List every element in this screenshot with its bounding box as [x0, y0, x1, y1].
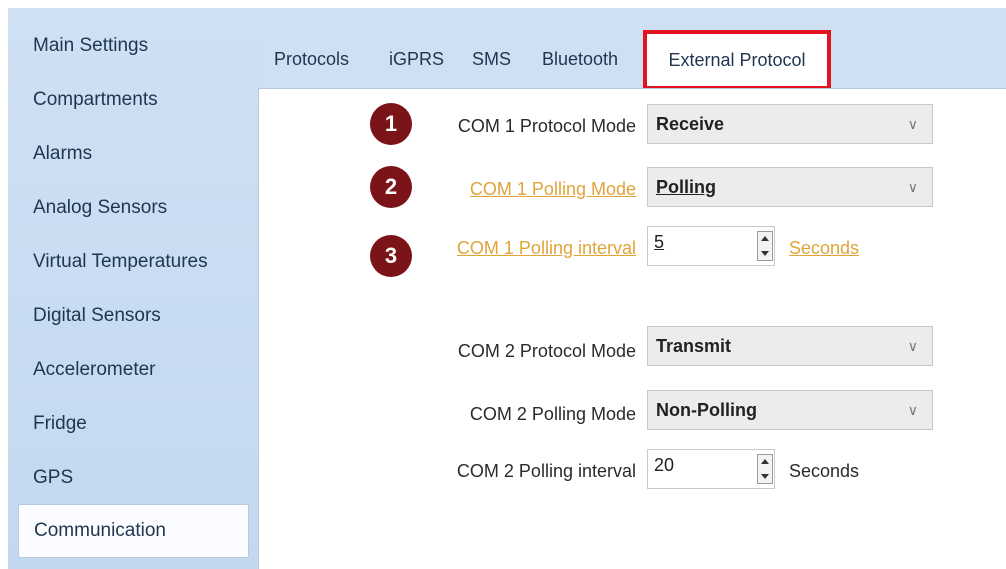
sidebar-item-analog-sensors[interactable]: Analog Sensors [8, 181, 250, 235]
com1-polling-mode-value: Polling [656, 177, 716, 197]
sidebar-item-main-settings[interactable]: Main Settings [8, 19, 250, 73]
spin-buttons-icon[interactable] [757, 231, 773, 261]
com2-polling-interval-stepper[interactable]: 20 [647, 449, 775, 489]
settings-sidebar: Main Settings Compartments Alarms Analog… [8, 8, 258, 569]
tab-protocols[interactable]: Protocols [274, 45, 349, 73]
com2-protocol-mode-dropdown[interactable]: Transmit ∨ [647, 326, 933, 366]
com2-polling-interval-label: COM 2 Polling interval [456, 461, 636, 481]
sidebar-item-accelerometer[interactable]: Accelerometer [8, 343, 250, 397]
com2-polling-mode-value: Non-Polling [656, 400, 757, 420]
com1-protocol-mode-label: COM 1 Protocol Mode [457, 116, 636, 136]
com2-polling-interval-value[interactable]: 20 [654, 455, 674, 476]
chevron-down-icon: ∨ [907, 116, 918, 132]
com2-protocol-mode-value: Transmit [656, 336, 732, 356]
tab-igprs[interactable]: iGPRS [389, 45, 444, 73]
com2-protocol-mode-label: COM 2 Protocol Mode [457, 341, 636, 361]
com1-polling-interval-value[interactable]: 5 [654, 232, 664, 253]
sidebar-item-digital-sensors[interactable]: Digital Sensors [8, 289, 250, 343]
com2-polling-mode-dropdown[interactable]: Non-Polling ∨ [647, 390, 933, 430]
spin-up-icon[interactable] [761, 236, 769, 241]
annotation-badge-3: 3 [370, 235, 412, 277]
spin-up-icon[interactable] [761, 459, 769, 464]
com2-polling-interval-unit: Seconds [789, 461, 860, 481]
chevron-down-icon: ∨ [907, 179, 918, 195]
tab-sms[interactable]: SMS [472, 45, 511, 73]
chevron-down-icon: ∨ [907, 338, 918, 354]
com1-polling-mode-dropdown[interactable]: Polling ∨ [647, 167, 933, 207]
com1-polling-interval-label[interactable]: COM 1 Polling interval [457, 238, 636, 259]
annotation-badge-1: 1 [370, 103, 412, 145]
sidebar-item-gps[interactable]: GPS [8, 451, 250, 505]
sidebar-item-fridge[interactable]: Fridge [8, 397, 250, 451]
tab-bluetooth[interactable]: Bluetooth [542, 45, 618, 73]
annotation-badge-2: 2 [370, 166, 412, 208]
chevron-down-icon: ∨ [907, 402, 918, 418]
com1-polling-mode-label[interactable]: COM 1 Polling Mode [470, 179, 636, 200]
spin-down-icon[interactable] [761, 474, 769, 479]
tab-external-protocol[interactable]: External Protocol [643, 30, 831, 90]
tab-strip: Protocols iGPRS SMS Bluetooth External P… [258, 8, 1006, 90]
com1-protocol-mode-dropdown[interactable]: Receive ∨ [647, 104, 933, 144]
spin-down-icon[interactable] [761, 251, 769, 256]
com1-polling-interval-stepper[interactable]: 5 [647, 226, 775, 266]
sidebar-item-virtual-temperatures[interactable]: Virtual Temperatures [8, 235, 250, 289]
com1-polling-interval-unit: Seconds [789, 238, 860, 258]
com2-polling-mode-label: COM 2 Polling Mode [469, 404, 636, 424]
com1-protocol-mode-value: Receive [656, 114, 725, 134]
sidebar-item-communication[interactable]: Communication [18, 504, 249, 558]
spin-buttons-icon[interactable] [757, 454, 773, 484]
external-protocol-panel: 1 COM 1 Protocol Mode Receive ∨ 2 COM 1 … [258, 88, 1006, 569]
sidebar-item-compartments[interactable]: Compartments [8, 73, 250, 127]
sidebar-item-alarms[interactable]: Alarms [8, 127, 250, 181]
